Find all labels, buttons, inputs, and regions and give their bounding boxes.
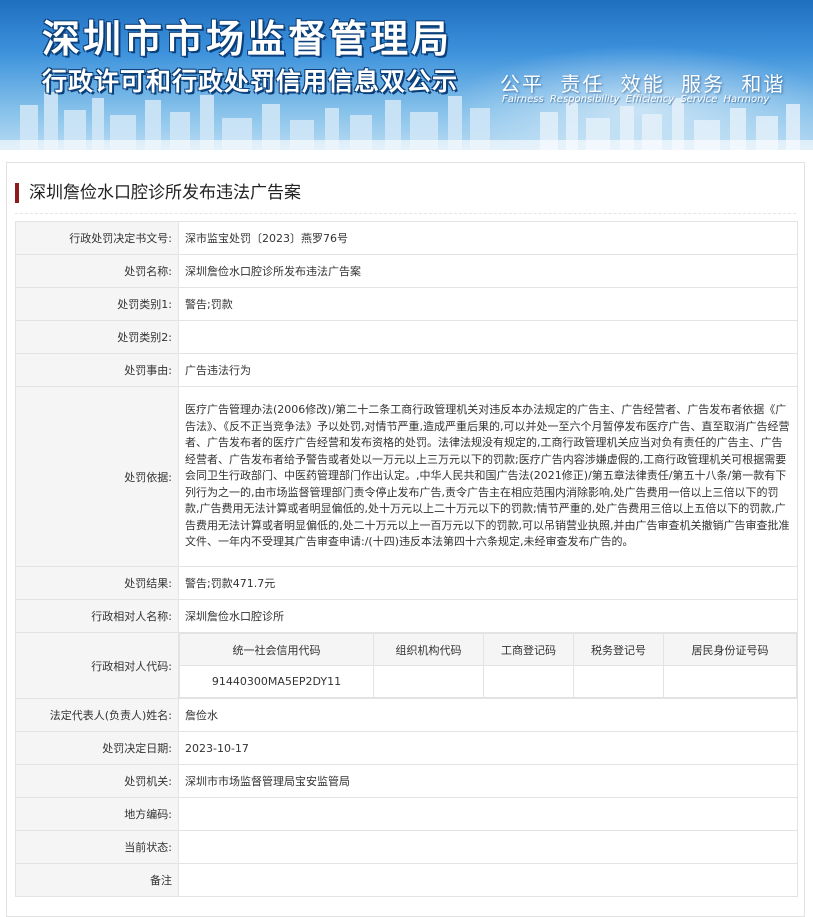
title-accent-bar bbox=[15, 183, 19, 203]
tax-reg-value bbox=[573, 665, 664, 698]
row-label: 处罚机关: bbox=[15, 764, 179, 798]
region-code-value bbox=[178, 797, 798, 831]
banner-title: 深圳市市场监督管理局 bbox=[42, 17, 453, 61]
row-decision-no: 行政处罚决定书文号: 深市监宝处罚〔2023〕燕罗76号 bbox=[15, 221, 798, 255]
row-label: 处罚名称: bbox=[15, 254, 179, 288]
row-label: 处罚依据: bbox=[15, 386, 179, 567]
decision-date-value: 2023-10-17 bbox=[178, 731, 798, 765]
row-basis: 处罚依据: 医疗广告管理办法(2006修改)/第二十二条工商行政管理机关对违反本… bbox=[15, 386, 798, 567]
row-label: 备注 bbox=[15, 863, 179, 897]
reason-value: 广告违法行为 bbox=[178, 353, 798, 387]
legal-rep-value: 詹俭水 bbox=[178, 698, 798, 732]
row-reason: 处罚事由: 广告违法行为 bbox=[15, 353, 798, 387]
title-divider bbox=[15, 213, 796, 214]
org-code-value bbox=[373, 665, 484, 698]
category2-value bbox=[178, 320, 798, 354]
code-header: 居民身份证号码 bbox=[663, 633, 797, 666]
category1-value: 警告;罚款 bbox=[178, 287, 798, 321]
case-title-text: 深圳詹俭水口腔诊所发布违法广告案 bbox=[29, 183, 301, 203]
code-header: 工商登记码 bbox=[483, 633, 574, 666]
row-label: 当前状态: bbox=[15, 830, 179, 864]
row-label: 行政相对人代码: bbox=[15, 632, 179, 699]
penalty-info-table: 行政处罚决定书文号: 深市监宝处罚〔2023〕燕罗76号 处罚名称: 深圳詹俭水… bbox=[15, 221, 798, 897]
party-name-value: 深圳詹俭水口腔诊所 bbox=[178, 599, 798, 633]
site-banner: 深圳市市场监督管理局 行政许可和行政处罚信用信息双公示 公平 责任 效能 服务 … bbox=[0, 0, 813, 150]
row-party-code: 行政相对人代码: 统一社会信用代码 组织机构代码 工商登记码 税务登记号 居民身… bbox=[15, 632, 798, 699]
business-reg-value bbox=[483, 665, 574, 698]
remark-value bbox=[178, 863, 798, 897]
row-label: 处罚类别2: bbox=[15, 320, 179, 354]
basis-value: 医疗广告管理办法(2006修改)/第二十二条工商行政管理机关对违反本办法规定的广… bbox=[178, 386, 798, 567]
banner-slogan-english: Fairness Responsibility Efficiency Servi… bbox=[502, 94, 770, 105]
row-party-name: 行政相对人名称: 深圳詹俭水口腔诊所 bbox=[15, 599, 798, 633]
banner-subtitle: 行政许可和行政处罚信用信息双公示 bbox=[42, 67, 459, 96]
row-category2: 处罚类别2: bbox=[15, 320, 798, 354]
row-label: 处罚事由: bbox=[15, 353, 179, 387]
row-label: 地方编码: bbox=[15, 797, 179, 831]
row-label: 处罚决定日期: bbox=[15, 731, 179, 765]
code-value-row: 91440300MA5EP2DY11 bbox=[179, 665, 797, 698]
row-region-code: 地方编码: bbox=[15, 797, 798, 831]
row-penalty-name: 处罚名称: 深圳詹俭水口腔诊所发布违法广告案 bbox=[15, 254, 798, 288]
case-title: 深圳詹俭水口腔诊所发布违法广告案 bbox=[15, 181, 301, 205]
code-header-row: 统一社会信用代码 组织机构代码 工商登记码 税务登记号 居民身份证号码 bbox=[179, 633, 797, 666]
row-label: 处罚结果: bbox=[15, 566, 179, 600]
row-status: 当前状态: bbox=[15, 830, 798, 864]
row-label: 行政处罚决定书文号: bbox=[15, 221, 179, 255]
decision-no-value: 深市监宝处罚〔2023〕燕罗76号 bbox=[178, 221, 798, 255]
credit-code-value: 91440300MA5EP2DY11 bbox=[179, 665, 374, 698]
row-result: 处罚结果: 警告;罚款471.7元 bbox=[15, 566, 798, 600]
row-label: 行政相对人名称: bbox=[15, 599, 179, 633]
row-label: 处罚类别1: bbox=[15, 287, 179, 321]
case-detail-panel: 深圳詹俭水口腔诊所发布违法广告案 行政处罚决定书文号: 深市监宝处罚〔2023〕… bbox=[6, 162, 805, 917]
row-label: 法定代表人(负责人)姓名: bbox=[15, 698, 179, 732]
penalty-name-value: 深圳詹俭水口腔诊所发布违法广告案 bbox=[178, 254, 798, 288]
row-authority: 处罚机关: 深圳市市场监督管理局宝安监管局 bbox=[15, 764, 798, 798]
status-value bbox=[178, 830, 798, 864]
code-header: 组织机构代码 bbox=[373, 633, 484, 666]
code-header: 税务登记号 bbox=[573, 633, 664, 666]
party-code-cell: 统一社会信用代码 组织机构代码 工商登记码 税务登记号 居民身份证号码 9144… bbox=[178, 632, 798, 699]
row-category1: 处罚类别1: 警告;罚款 bbox=[15, 287, 798, 321]
authority-value: 深圳市市场监督管理局宝安监管局 bbox=[178, 764, 798, 798]
result-value: 警告;罚款471.7元 bbox=[178, 566, 798, 600]
code-header: 统一社会信用代码 bbox=[179, 633, 374, 666]
party-code-table: 统一社会信用代码 组织机构代码 工商登记码 税务登记号 居民身份证号码 9144… bbox=[179, 633, 797, 698]
row-decision-date: 处罚决定日期: 2023-10-17 bbox=[15, 731, 798, 765]
id-card-value bbox=[663, 665, 797, 698]
row-remark: 备注 bbox=[15, 863, 798, 897]
row-legal-rep: 法定代表人(负责人)姓名: 詹俭水 bbox=[15, 698, 798, 732]
banner-slogan: 公平 责任 效能 服务 和谐 bbox=[500, 72, 786, 96]
